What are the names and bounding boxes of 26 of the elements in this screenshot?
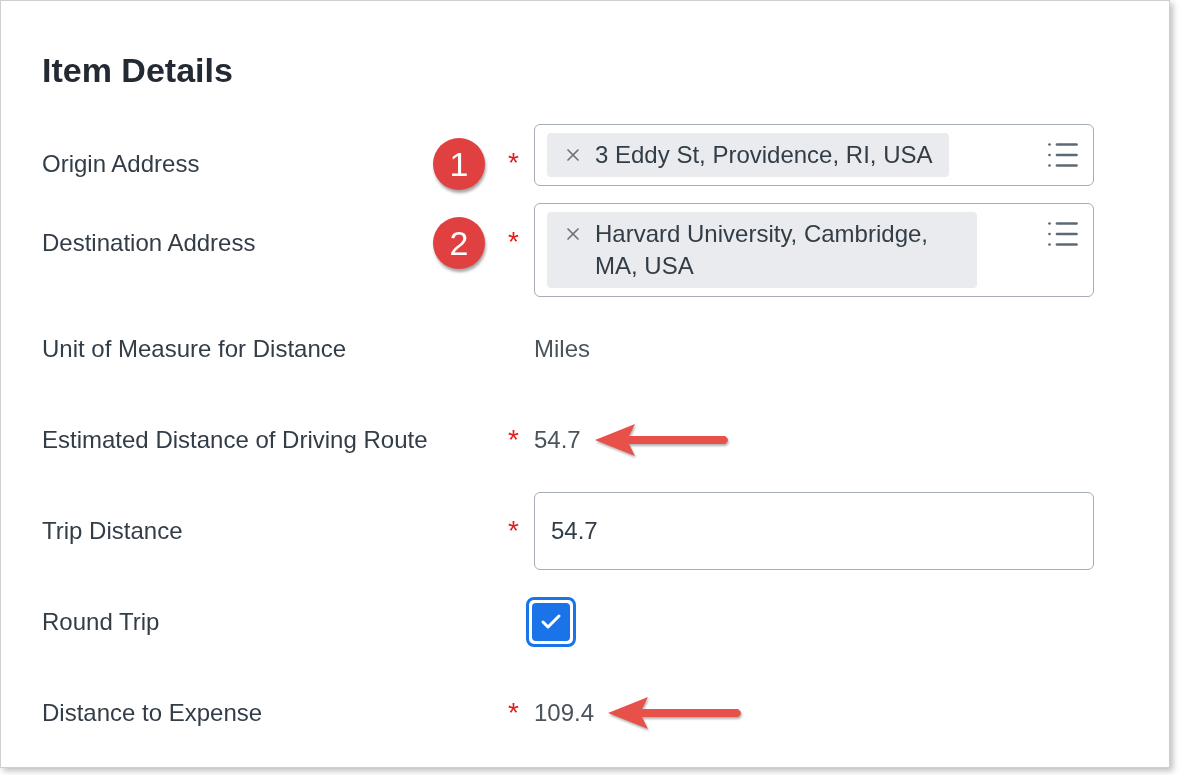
address-value: 3 Eddy St, Providence, RI, USA: [595, 140, 933, 170]
section-title: Item Details: [42, 50, 234, 91]
address-chip[interactable]: Harvard University, Cambridge, MA, USA: [547, 212, 977, 288]
address-value: Harvard University, Cambridge, MA, USA: [595, 219, 929, 281]
field-label: Origin Address: [42, 149, 200, 179]
field-label: Trip Distance: [42, 516, 183, 546]
field-label: Destination Address: [42, 228, 256, 258]
callout-badge: 2: [433, 217, 485, 269]
field-label: Round Trip: [42, 607, 160, 637]
field-label: Estimated Distance of Driving Route: [42, 425, 428, 455]
callout-badge: 1: [433, 138, 485, 190]
field-value: Miles: [534, 334, 590, 364]
required-asterisk: *: [508, 696, 519, 730]
field-label: Distance to Expense: [42, 698, 263, 728]
required-asterisk: *: [508, 146, 519, 180]
address-field[interactable]: Harvard University, Cambridge, MA, USA: [534, 203, 1094, 297]
field-label: Unit of Measure for Distance: [42, 334, 347, 364]
trip-distance-field[interactable]: 54.7: [534, 492, 1094, 570]
address-chip[interactable]: 3 Eddy St, Providence, RI, USA: [547, 133, 949, 177]
required-asterisk: *: [508, 514, 519, 548]
address-field[interactable]: 3 Eddy St, Providence, RI, USA: [534, 124, 1094, 186]
round-trip-checkbox[interactable]: [526, 597, 576, 647]
required-asterisk: *: [508, 423, 519, 457]
required-asterisk: *: [508, 225, 519, 259]
field-value: 54.7: [534, 425, 581, 455]
field-value: 109.4: [534, 698, 595, 728]
